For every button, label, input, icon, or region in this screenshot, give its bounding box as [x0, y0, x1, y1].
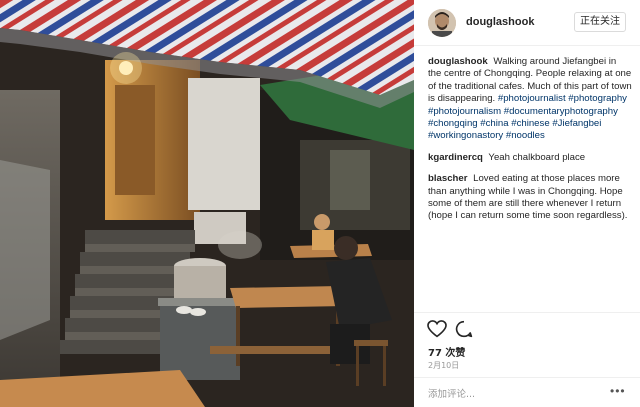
hashtag[interactable]: #workingonastory: [428, 130, 503, 141]
comment-icon[interactable]: [455, 320, 473, 338]
street-cafe-photo: [0, 0, 414, 407]
post-date: 2月10日: [428, 361, 460, 370]
header-username[interactable]: douglashook: [466, 16, 534, 28]
post-actions: 77 次赞 2月10日 •••: [414, 312, 640, 407]
more-icon[interactable]: •••: [610, 384, 626, 398]
comment-text: Yeah chalkboard place: [488, 151, 586, 163]
hashtag[interactable]: #photojournalist: [498, 93, 566, 104]
comment-username[interactable]: blascher: [428, 173, 467, 184]
comment: blascher Loved eating at those places mo…: [428, 173, 632, 223]
post-header: douglashook 正在关注: [414, 0, 640, 46]
follow-button[interactable]: 正在关注: [574, 12, 626, 32]
comment: kgardinercq Yeah chalkboard place: [428, 152, 632, 164]
user-portrait-icon: [428, 9, 456, 37]
hashtag[interactable]: #documentaryphotography: [504, 106, 618, 117]
add-comment-bar: •••: [414, 377, 640, 407]
hashtag[interactable]: #noodles: [506, 130, 545, 141]
hashtag[interactable]: #photojournalism: [428, 106, 501, 117]
add-comment-input[interactable]: [428, 386, 598, 402]
comment-username[interactable]: kgardinercq: [428, 152, 483, 163]
hashtag[interactable]: #china: [480, 118, 508, 129]
hashtag[interactable]: #photography: [568, 93, 627, 104]
post-sidebar: douglashook 正在关注 douglashook Walking aro…: [414, 0, 640, 407]
caption-username[interactable]: douglashook: [428, 56, 488, 67]
post-photo[interactable]: [0, 0, 414, 407]
hashtag[interactable]: #chongqing: [428, 118, 478, 129]
comment-list: douglashook Walking around Jiefangbei in…: [428, 56, 632, 232]
heart-icon[interactable]: [427, 320, 447, 338]
hashtag[interactable]: #Jiefangbei: [552, 118, 601, 129]
hashtag[interactable]: #chinese: [511, 118, 549, 129]
like-count[interactable]: 77 次赞: [428, 344, 465, 359]
caption: douglashook Walking around Jiefangbei in…: [428, 56, 632, 143]
avatar[interactable]: [428, 9, 456, 37]
